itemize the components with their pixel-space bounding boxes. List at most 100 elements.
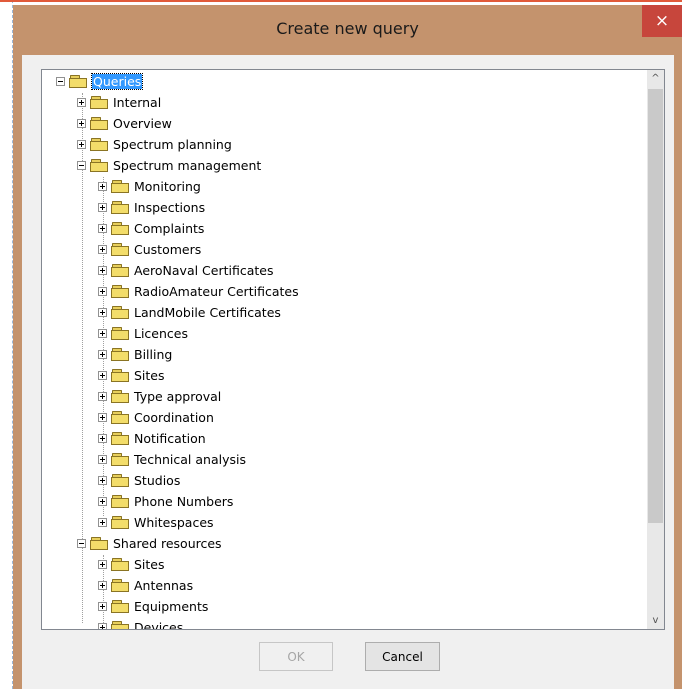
folder-icon — [111, 369, 129, 382]
collapse-icon[interactable] — [77, 539, 86, 548]
tree-item[interactable]: Sites — [98, 554, 165, 575]
expand-icon[interactable] — [98, 560, 107, 569]
expand-icon[interactable] — [98, 623, 107, 629]
collapse-icon[interactable] — [77, 161, 86, 170]
tree-item-label: Monitoring — [134, 179, 201, 194]
expand-icon[interactable] — [98, 476, 107, 485]
tree-item[interactable]: Sites — [98, 365, 165, 386]
tree-item[interactable]: Phone Numbers — [98, 491, 233, 512]
tree-item[interactable]: Whitespaces — [98, 512, 214, 533]
query-tree[interactable]: Queries Internal Overview Spectrum plannin… — [41, 69, 665, 630]
expand-icon[interactable] — [98, 602, 107, 611]
expand-icon[interactable] — [98, 287, 107, 296]
tree-item[interactable]: RadioAmateur Certificates — [98, 281, 299, 302]
tree-item[interactable]: Customers — [98, 239, 201, 260]
cancel-button[interactable]: Cancel — [365, 642, 440, 671]
expand-icon[interactable] — [98, 392, 107, 401]
close-button[interactable]: × — [642, 5, 682, 37]
tree-item-label: Billing — [134, 347, 173, 362]
tree-item[interactable]: Studios — [98, 470, 180, 491]
tree-item[interactable]: Devices — [98, 617, 183, 629]
folder-icon — [111, 264, 129, 277]
tree-item[interactable]: Coordination — [98, 407, 214, 428]
folder-icon — [90, 159, 108, 172]
tree-item-label: Technical analysis — [134, 452, 246, 467]
tree-item-label: Devices — [134, 620, 184, 629]
expand-icon[interactable] — [77, 119, 86, 128]
collapse-icon[interactable] — [56, 77, 65, 86]
expand-icon[interactable] — [98, 203, 107, 212]
dialog-window: Create new query × Queries Internal Overv… — [13, 5, 682, 689]
tree-item[interactable]: Internal — [77, 92, 161, 113]
tree-item-label: Complaints — [134, 221, 205, 236]
tree-item[interactable]: Inspections — [98, 197, 205, 218]
expand-icon[interactable] — [98, 434, 107, 443]
folder-icon — [111, 180, 129, 193]
expand-icon[interactable] — [98, 497, 107, 506]
tree-item-label: Studios — [134, 473, 181, 488]
expand-icon[interactable] — [98, 182, 107, 191]
tree-item[interactable]: Complaints — [98, 218, 204, 239]
folder-icon — [69, 75, 87, 88]
tree-item-label: Inspections — [134, 200, 206, 215]
tree-item[interactable]: Equipments — [98, 596, 208, 617]
tree-item[interactable]: Monitoring — [98, 176, 201, 197]
expand-icon[interactable] — [98, 455, 107, 464]
tree-item-label: Shared resources — [113, 536, 222, 551]
tree-item-label: Equipments — [134, 599, 209, 614]
expand-icon[interactable] — [98, 350, 107, 359]
tree-item-label: Whitespaces — [134, 515, 214, 530]
tree-item-label: Internal — [113, 95, 162, 110]
folder-icon — [90, 117, 108, 130]
folder-icon — [111, 453, 129, 466]
tree-item-label: Overview — [113, 116, 172, 131]
folder-icon — [111, 411, 129, 424]
tree-item-label: LandMobile Certificates — [134, 305, 281, 320]
expand-icon[interactable] — [98, 518, 107, 527]
tree-item[interactable]: AeroNaval Certificates — [98, 260, 274, 281]
dialog-body: Queries Internal Overview Spectrum plannin… — [22, 55, 674, 689]
expand-icon[interactable] — [98, 266, 107, 275]
tree-item-label: AeroNaval Certificates — [134, 263, 274, 278]
expand-icon[interactable] — [98, 245, 107, 254]
tree-item[interactable]: LandMobile Certificates — [98, 302, 281, 323]
expand-icon[interactable] — [77, 98, 86, 107]
tree-item[interactable]: Notification — [98, 428, 206, 449]
tree-item[interactable]: Spectrum management — [77, 155, 261, 176]
tree-item-label: Phone Numbers — [134, 494, 234, 509]
expand-icon[interactable] — [77, 140, 86, 149]
expand-icon[interactable] — [98, 224, 107, 233]
scroll-thumb[interactable] — [648, 89, 663, 523]
tree-view: Queries Internal Overview Spectrum plannin… — [42, 70, 647, 629]
tree-item[interactable]: Billing — [98, 344, 172, 365]
folder-icon — [90, 537, 108, 550]
tree-item[interactable]: Licences — [98, 323, 188, 344]
expand-icon[interactable] — [98, 581, 107, 590]
scroll-up-icon[interactable]: ^ — [647, 70, 664, 87]
tree-item-label: Sites — [134, 557, 165, 572]
close-icon: × — [654, 10, 670, 31]
tree-item[interactable]: Shared resources — [77, 533, 222, 554]
tree-item[interactable]: Antennas — [98, 575, 193, 596]
folder-icon — [111, 432, 129, 445]
folder-icon — [90, 138, 108, 151]
background-edge — [0, 0, 13, 689]
tree-item-label: Antennas — [134, 578, 194, 593]
dialog-title: Create new query — [276, 19, 419, 38]
tree-root[interactable]: Queries — [56, 71, 144, 92]
expand-icon[interactable] — [98, 371, 107, 380]
title-bar[interactable]: Create new query × — [13, 5, 682, 53]
expand-icon[interactable] — [98, 308, 107, 317]
ok-button[interactable]: OK — [259, 642, 333, 671]
folder-icon — [111, 222, 129, 235]
tree-item[interactable]: Technical analysis — [98, 449, 246, 470]
expand-icon[interactable] — [98, 329, 107, 338]
tree-item[interactable]: Spectrum planning — [77, 134, 232, 155]
scroll-down-icon[interactable]: v — [647, 612, 664, 629]
tree-item-label: RadioAmateur Certificates — [134, 284, 299, 299]
tree-item-label: Type approval — [134, 389, 222, 404]
tree-item[interactable]: Overview — [77, 113, 172, 134]
tree-item[interactable]: Type approval — [98, 386, 221, 407]
expand-icon[interactable] — [98, 413, 107, 422]
vertical-scrollbar[interactable]: ^ v — [647, 70, 664, 629]
